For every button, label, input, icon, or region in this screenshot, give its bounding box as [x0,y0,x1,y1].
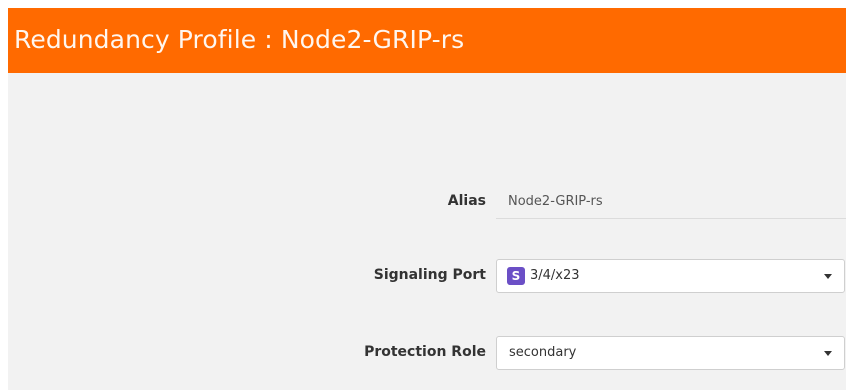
signaling-port-row: Signaling Port S 3/4/x23 [8,259,846,293]
signaling-port-value: 3/4/x23 [530,268,580,283]
alias-field-container [496,185,846,219]
alias-label: Alias [447,193,486,209]
page-title: Redundancy Profile : Node2-GRIP-rs [14,25,465,54]
page-header: Redundancy Profile : Node2-GRIP-rs [8,8,846,73]
alias-row: Alias [8,185,846,219]
protection-role-row: Protection Role secondary [8,336,846,370]
protection-role-label: Protection Role [364,344,486,360]
chevron-down-icon[interactable] [824,351,832,356]
redundancy-profile-window: Redundancy Profile : Node2-GRIP-rs Alias… [0,0,846,390]
signaling-port-label: Signaling Port [373,267,486,283]
protection-role-value: secondary [509,345,577,360]
alias-input[interactable] [496,185,846,218]
signaling-port-select[interactable]: S 3/4/x23 [496,259,845,293]
chevron-down-icon[interactable] [824,274,832,279]
signaling-port-badge-icon: S [507,267,525,285]
protection-role-select[interactable]: secondary [496,336,845,370]
form-panel: Alias Signaling Port S 3/4/x23 Protectio… [8,73,846,390]
